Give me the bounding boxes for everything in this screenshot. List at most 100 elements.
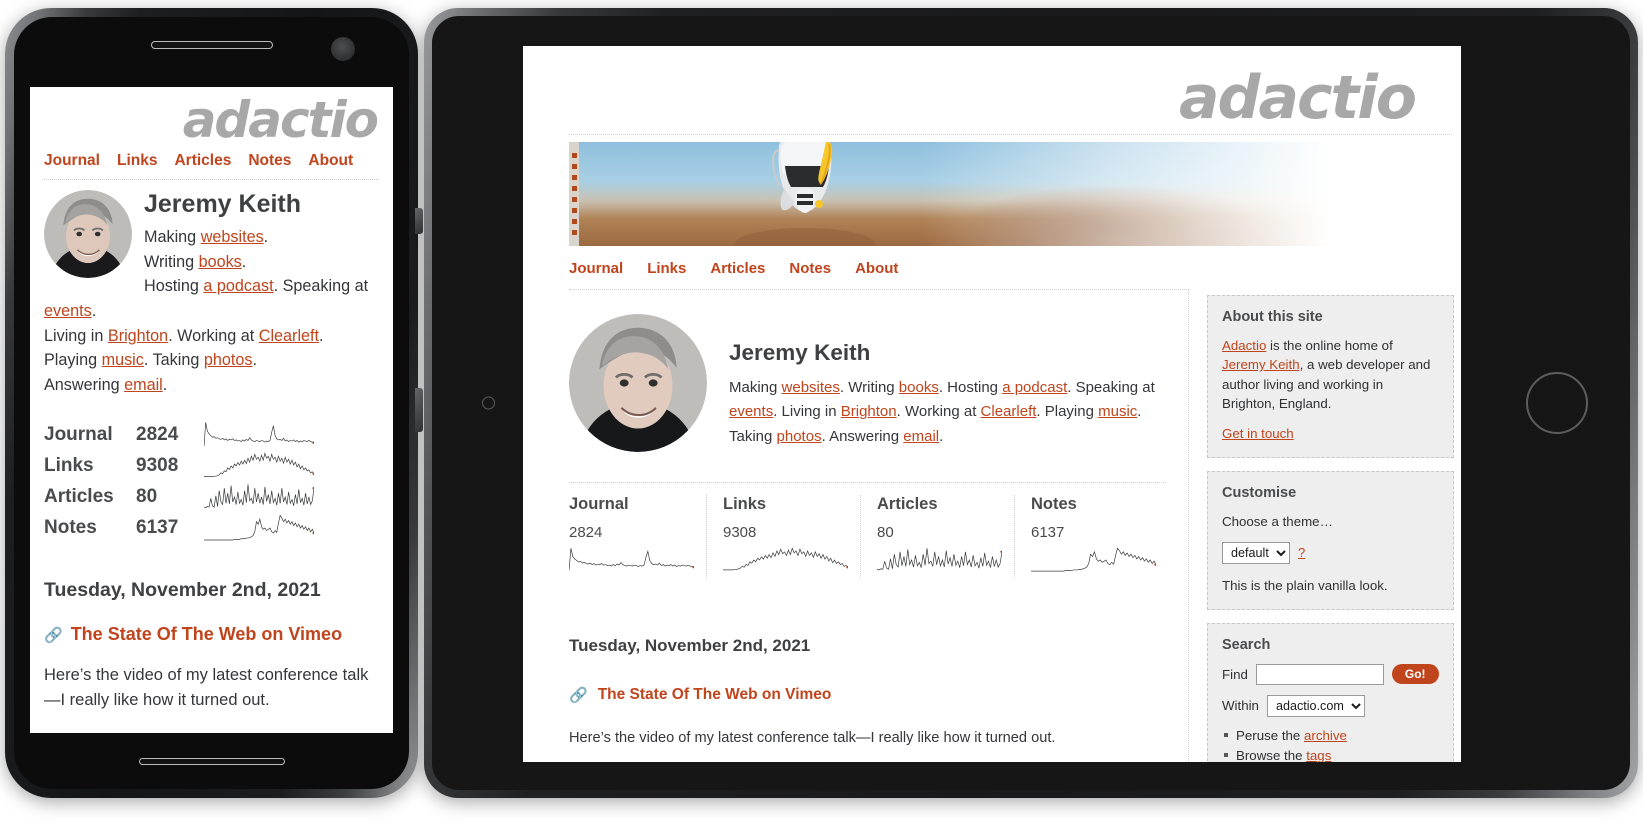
search-links-list: Peruse the archive Browse the tags: [1222, 726, 1439, 762]
profile-text: Jeremy Keith Making websites. Writing bo…: [729, 314, 1166, 452]
avatar: [44, 190, 132, 278]
desktop-stats-grid: Journal 2824 Links 9308 Articles 80 Note…: [569, 482, 1166, 578]
filmstrip-edge: [569, 142, 579, 246]
profile-block: Jeremy Keith Making websites. Writing bo…: [569, 314, 1166, 452]
phone-camera-icon: [331, 37, 355, 61]
desktop-site: adactio Journal Links Articles Notes Abo…: [523, 46, 1461, 762]
bio-link-photos[interactable]: photos: [204, 351, 253, 369]
stat-label: Articles: [877, 495, 938, 513]
entry-title[interactable]: 🔗 The State Of The Web on Vimeo: [44, 624, 379, 645]
bio-link-brighton[interactable]: Brighton: [841, 403, 897, 420]
desktop-bio: Making websites. Writing books. Hosting …: [729, 379, 1155, 445]
bio-link-books[interactable]: books: [899, 379, 939, 396]
bio-link-brighton[interactable]: Brighton: [108, 327, 168, 345]
bio-link-podcast[interactable]: a podcast: [1002, 379, 1067, 396]
nav-item-links[interactable]: Links: [647, 260, 686, 277]
main-column: Jeremy Keith Making websites. Writing bo…: [569, 289, 1189, 762]
search-heading: Search: [1222, 636, 1271, 653]
stat-row-articles[interactable]: Articles 80: [44, 481, 379, 512]
nav-item-articles[interactable]: Articles: [174, 152, 231, 169]
entry-title-text: The State Of The Web on Vimeo: [70, 624, 343, 645]
stat-label: Links: [44, 454, 94, 476]
stat-count: 9308: [136, 454, 179, 476]
nav-item-notes[interactable]: Notes: [789, 260, 831, 277]
nav-item-journal[interactable]: Journal: [44, 152, 100, 169]
bio-link-events[interactable]: events: [729, 403, 773, 420]
stat-column-links[interactable]: Links 9308: [706, 495, 860, 578]
tablet-home-button[interactable]: [1526, 372, 1588, 434]
customise-heading: Customise: [1222, 485, 1297, 502]
stat-count: 80: [877, 524, 894, 541]
sparkline-articles: [204, 483, 314, 511]
entry-intro: Here’s the video of my latest conference…: [44, 666, 369, 710]
screenshot-stage: adactio Journal Links Articles Notes About: [0, 0, 1643, 839]
nav-item-about[interactable]: About: [308, 152, 353, 169]
about-link-jeremy-keith[interactable]: Jeremy Keith: [1222, 357, 1300, 372]
phone-home-indicator: [138, 758, 285, 765]
theme-label: Choose a theme…: [1222, 514, 1333, 530]
archive-prefix: Peruse the: [1236, 727, 1305, 743]
stat-count: 9308: [723, 524, 757, 541]
sidebar-search-box: Search Find Go! Within adactio.com Perus…: [1207, 622, 1454, 762]
phone-side-button[interactable]: [415, 208, 423, 234]
bio-link-podcast[interactable]: a podcast: [203, 277, 273, 295]
sidebar-about-box: About this site Adactio is the online ho…: [1207, 295, 1454, 459]
stat-column-journal[interactable]: Journal 2824: [569, 495, 706, 578]
stat-column-articles[interactable]: Articles 80: [860, 495, 1014, 578]
bio-link-music[interactable]: music: [102, 351, 144, 369]
entry-title[interactable]: 🔗 The State Of The Web on Vimeo: [569, 686, 1166, 704]
bio-link-websites[interactable]: websites: [201, 228, 264, 246]
get-in-touch-link[interactable]: Get in touch: [1222, 426, 1294, 441]
about-heading: About this site: [1222, 309, 1323, 325]
nav-item-about[interactable]: About: [855, 260, 898, 277]
bio-link-email[interactable]: email: [124, 376, 163, 394]
entry-intro: Here’s the video of my latest conference…: [569, 730, 1056, 746]
content-columns: Jeremy Keith Making websites. Writing bo…: [569, 289, 1454, 762]
desktop-primary-nav: Journal Links Articles Notes About: [569, 260, 1461, 277]
bio-link-websites[interactable]: websites: [782, 379, 840, 396]
nav-item-articles[interactable]: Articles: [710, 260, 765, 277]
theme-help-link[interactable]: ?: [1298, 545, 1305, 560]
bio-link-books[interactable]: books: [199, 253, 242, 271]
stat-column-notes[interactable]: Notes 6137: [1014, 495, 1168, 578]
nav-item-journal[interactable]: Journal: [569, 260, 623, 277]
stat-label: Links: [723, 495, 767, 513]
bio-link-photos[interactable]: photos: [777, 428, 822, 445]
nav-item-links[interactable]: Links: [117, 152, 157, 169]
phone-speaker-grille: [150, 41, 273, 49]
within-select[interactable]: adactio.com: [1266, 694, 1365, 717]
stat-count: 6137: [136, 516, 179, 538]
bio-link-music[interactable]: music: [1098, 403, 1137, 420]
nav-item-notes[interactable]: Notes: [248, 152, 291, 169]
bio-link-email[interactable]: email: [903, 428, 939, 445]
stat-row-notes[interactable]: Notes 6137: [44, 512, 379, 543]
search-input[interactable]: [1255, 663, 1384, 685]
theme-select[interactable]: default: [1222, 541, 1290, 564]
avatar: [569, 314, 707, 452]
phone-volume-button[interactable]: [415, 388, 423, 432]
bio-link-events[interactable]: events: [44, 302, 92, 320]
mobile-stats-list: Journal 2824 Links 9308 Articles 80 Note…: [44, 419, 379, 543]
theme-row: default ?: [1222, 541, 1439, 564]
entry-date: Tuesday, November 2nd, 2021: [569, 636, 811, 655]
stat-label: Notes: [44, 516, 97, 538]
stat-row-journal[interactable]: Journal 2824: [44, 419, 379, 450]
sidebar: About this site Adactio is the online ho…: [1207, 289, 1454, 762]
sparkline-notes: [204, 514, 314, 542]
about-mid-1: is the online home of: [1266, 338, 1393, 353]
theme-note: This is the plain vanilla look.: [1222, 577, 1388, 593]
stat-row-links[interactable]: Links 9308: [44, 450, 379, 481]
bio-link-clearleft[interactable]: Clearleft: [981, 403, 1037, 420]
stormtrooper-illustration: [735, 142, 875, 246]
site-logo: adactio: [1179, 63, 1417, 133]
sparkline-journal: [569, 547, 696, 573]
mobile-primary-nav: Journal Links Articles Notes About: [44, 152, 379, 170]
tags-link[interactable]: tags: [1306, 748, 1331, 762]
about-link-adactio[interactable]: Adactio: [1222, 338, 1266, 353]
search-go-button[interactable]: Go!: [1391, 664, 1439, 685]
bio-link-clearleft[interactable]: Clearleft: [259, 327, 319, 345]
stat-label: Journal: [44, 423, 113, 445]
archive-link[interactable]: archive: [1304, 728, 1347, 743]
nav-divider: [44, 179, 379, 180]
tags-prefix: Browse the: [1236, 747, 1307, 762]
